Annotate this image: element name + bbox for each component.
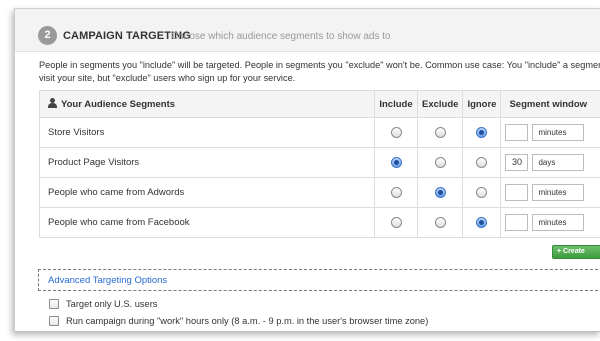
- exclude-radio[interactable]: [434, 126, 446, 138]
- ignore-radio[interactable]: [476, 186, 488, 198]
- exclude-radio[interactable]: [434, 216, 446, 228]
- header-segments-label: Your Audience Segments: [61, 99, 176, 110]
- segments-table-body: Store Visitors minutes Product Page Visito…: [39, 117, 600, 238]
- ignore-cell: [462, 177, 502, 208]
- segment-window-cell: minutes: [500, 177, 600, 208]
- window-unit-select[interactable]: minutes: [532, 124, 585, 141]
- include-radio[interactable]: [390, 216, 402, 228]
- option-work-hours[interactable]: Run campaign during "work" hours only (8…: [49, 316, 428, 326]
- header-ignore: Ignore: [462, 90, 502, 118]
- intro-text: People in segments you "include" will be…: [39, 59, 600, 84]
- work-hours-label: Run campaign during "work" hours only (8…: [66, 316, 429, 326]
- table-row: Store Visitors minutes: [39, 117, 600, 148]
- advanced-targeting-box: Advanced Targeting Options: [38, 269, 600, 291]
- header-segment-window: Segment window: [500, 90, 600, 118]
- table-row: People who came from Adwords minutes: [39, 177, 600, 208]
- ignore-cell: [462, 207, 502, 238]
- us-only-label: Target only U.S. users: [66, 299, 158, 309]
- exclude-cell: [416, 207, 464, 238]
- window-value-input[interactable]: [505, 184, 529, 201]
- segment-window-cell: minutes: [500, 117, 600, 148]
- window-value-input[interactable]: 30: [505, 154, 529, 171]
- window-value-input[interactable]: [505, 124, 529, 141]
- include-radio[interactable]: [390, 186, 402, 198]
- section-header: 2 CAMPAIGN TARGETING Choose which audien…: [15, 9, 600, 52]
- table-row: People who came from Facebook minutes: [39, 207, 600, 238]
- campaign-targeting-panel: 2 CAMPAIGN TARGETING Choose which audien…: [14, 8, 600, 332]
- work-hours-checkbox[interactable]: [49, 316, 59, 326]
- header-include: Include: [374, 90, 418, 118]
- table-row: Product Page Visitors 30 days: [39, 147, 600, 178]
- segment-name: Product Page Visitors: [39, 147, 375, 178]
- intro-line-2: visit your site, but "exclude" users who…: [39, 72, 296, 83]
- step-number-badge: 2: [38, 26, 57, 45]
- ignore-radio[interactable]: [476, 126, 488, 138]
- include-cell: [374, 207, 418, 238]
- table-header-row: Your Audience Segments Include Exclude I…: [39, 90, 600, 118]
- exclude-radio[interactable]: [434, 156, 446, 168]
- include-cell: [374, 117, 418, 148]
- header-exclude: Exclude: [416, 90, 464, 118]
- exclude-cell: [416, 117, 464, 148]
- advanced-targeting-link[interactable]: Advanced Targeting Options: [48, 275, 167, 286]
- include-radio[interactable]: [390, 156, 402, 168]
- include-cell: [374, 147, 418, 178]
- exclude-cell: [416, 147, 464, 178]
- segment-name: People who came from Facebook: [39, 207, 375, 238]
- ignore-cell: [462, 147, 502, 178]
- window-value-input[interactable]: [505, 214, 529, 231]
- segment-window-cell: 30 days: [500, 147, 600, 178]
- ignore-radio[interactable]: [476, 216, 488, 228]
- exclude-cell: [416, 177, 464, 208]
- segment-name: Store Visitors: [39, 117, 375, 148]
- section-subtitle: Choose which audience segments to show a…: [171, 31, 391, 42]
- window-unit-select[interactable]: minutes: [532, 214, 585, 231]
- window-unit-select[interactable]: days: [532, 154, 585, 171]
- us-only-checkbox[interactable]: [49, 299, 59, 309]
- ignore-radio[interactable]: [476, 156, 488, 168]
- create-segment-button[interactable]: + Create: [552, 245, 600, 259]
- user-icon: [48, 98, 58, 108]
- option-us-only[interactable]: Target only U.S. users: [49, 299, 157, 309]
- header-segments: Your Audience Segments: [39, 90, 375, 118]
- include-cell: [374, 177, 418, 208]
- intro-line-1: People in segments you "include" will be…: [39, 60, 600, 70]
- include-radio[interactable]: [390, 126, 402, 138]
- window-unit-select[interactable]: minutes: [532, 184, 585, 201]
- exclude-radio[interactable]: [434, 186, 446, 198]
- segments-table: Your Audience Segments Include Exclude I…: [39, 90, 600, 238]
- segment-name: People who came from Adwords: [39, 177, 375, 208]
- segment-window-cell: minutes: [500, 207, 600, 238]
- ignore-cell: [462, 117, 502, 148]
